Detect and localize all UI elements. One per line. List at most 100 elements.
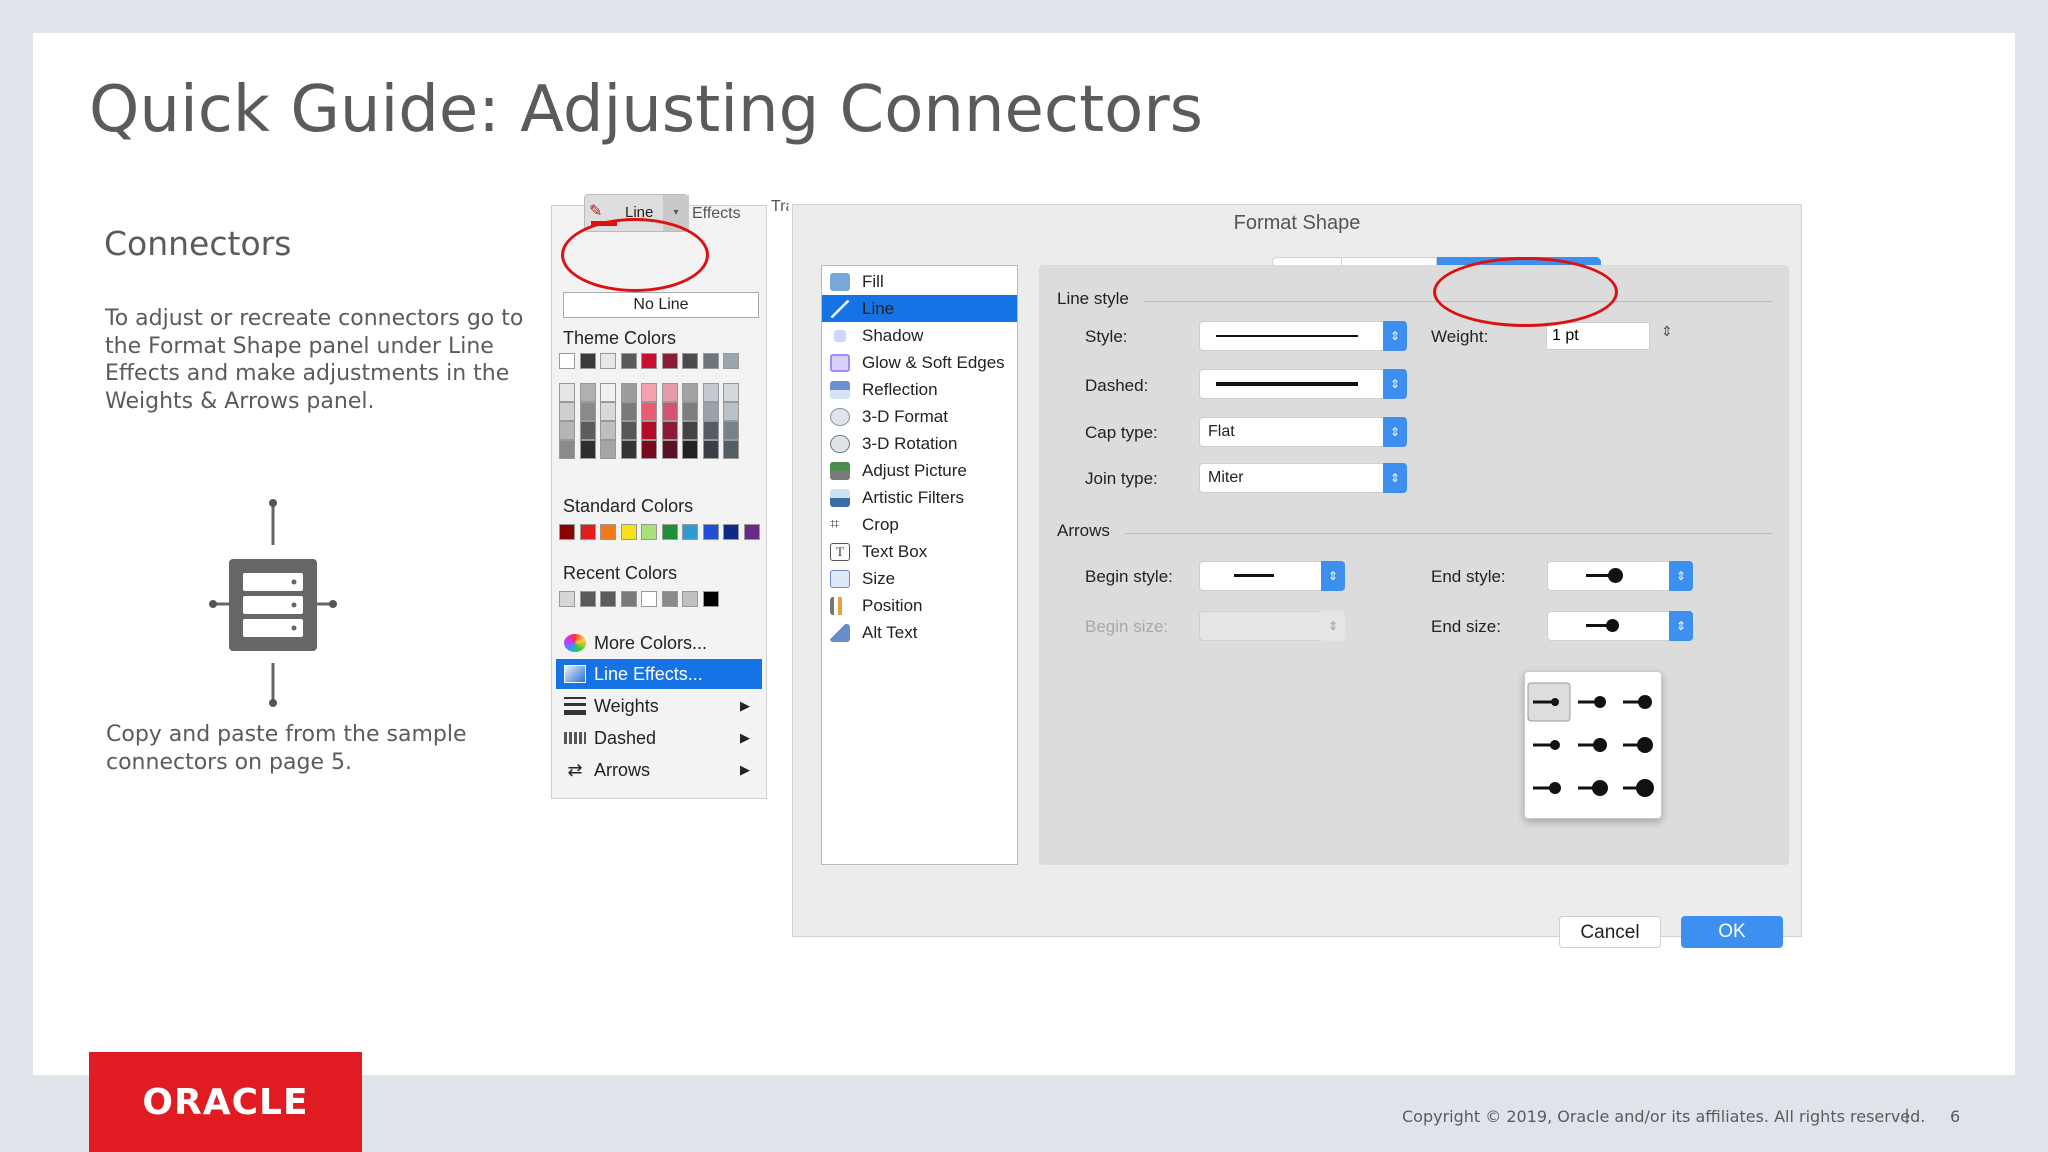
color-swatch[interactable] bbox=[661, 440, 678, 459]
cap-type-dropdown[interactable]: Flat ⇕ bbox=[1199, 417, 1407, 447]
color-swatch[interactable] bbox=[723, 353, 739, 369]
color-swatch[interactable] bbox=[620, 402, 637, 421]
category-adjust-picture[interactable]: Adjust Picture bbox=[822, 457, 1017, 484]
color-swatch[interactable] bbox=[579, 524, 596, 540]
arrow-size-option[interactable] bbox=[1592, 780, 1608, 796]
menu-item-arrows[interactable]: ⇄ Arrows ▶ bbox=[556, 755, 762, 785]
color-swatch[interactable] bbox=[600, 591, 616, 607]
color-swatch[interactable] bbox=[682, 524, 698, 540]
menu-item-dashed[interactable]: Dashed ▶ bbox=[556, 723, 762, 753]
color-swatch[interactable] bbox=[559, 402, 575, 421]
category-shadow[interactable]: Shadow bbox=[822, 322, 1017, 349]
color-swatch[interactable] bbox=[661, 353, 678, 369]
color-swatch[interactable] bbox=[559, 524, 575, 540]
color-swatch[interactable] bbox=[743, 524, 760, 540]
color-swatch[interactable] bbox=[641, 440, 657, 459]
color-swatch[interactable] bbox=[620, 353, 637, 369]
color-swatch[interactable] bbox=[641, 402, 657, 421]
color-swatch[interactable] bbox=[661, 383, 678, 402]
color-swatch[interactable] bbox=[702, 383, 719, 402]
arrow-size-option[interactable] bbox=[1550, 740, 1560, 750]
color-swatch[interactable] bbox=[682, 421, 698, 440]
color-swatch[interactable] bbox=[559, 591, 575, 607]
color-swatch[interactable] bbox=[702, 402, 719, 421]
color-swatch[interactable] bbox=[600, 421, 616, 440]
category-crop[interactable]: ⌗ Crop bbox=[822, 511, 1017, 538]
color-swatch[interactable] bbox=[661, 402, 678, 421]
color-swatch[interactable] bbox=[702, 440, 719, 459]
style-dropdown[interactable]: ⇕ bbox=[1199, 321, 1407, 351]
category-artistic-filters[interactable]: Artistic Filters bbox=[822, 484, 1017, 511]
category-fill[interactable]: Fill bbox=[822, 268, 1017, 295]
color-swatch[interactable] bbox=[661, 524, 678, 540]
category-line[interactable]: Line bbox=[822, 295, 1017, 322]
weight-input[interactable] bbox=[1546, 322, 1650, 350]
weight-stepper[interactable]: ⇕ bbox=[1661, 323, 1673, 340]
menu-item-more-colors[interactable]: More Colors... bbox=[556, 628, 762, 658]
color-swatch[interactable] bbox=[579, 353, 596, 369]
color-swatch[interactable] bbox=[682, 353, 698, 369]
color-swatch[interactable] bbox=[620, 591, 637, 607]
color-swatch[interactable] bbox=[702, 591, 719, 607]
color-swatch[interactable] bbox=[600, 440, 616, 459]
color-swatch[interactable] bbox=[559, 383, 575, 402]
arrow-size-option[interactable] bbox=[1593, 738, 1607, 752]
color-swatch[interactable] bbox=[559, 353, 575, 369]
color-swatch[interactable] bbox=[702, 353, 719, 369]
category-3d-rotation[interactable]: 3-D Rotation bbox=[822, 430, 1017, 457]
color-swatch[interactable] bbox=[579, 421, 596, 440]
color-swatch[interactable] bbox=[682, 440, 698, 459]
color-swatch[interactable] bbox=[579, 402, 596, 421]
arrow-size-option[interactable] bbox=[1636, 779, 1654, 797]
color-swatch[interactable] bbox=[702, 524, 719, 540]
color-swatch[interactable] bbox=[723, 383, 739, 402]
color-swatch[interactable] bbox=[600, 402, 616, 421]
color-swatch[interactable] bbox=[641, 353, 657, 369]
color-swatch[interactable] bbox=[641, 524, 657, 540]
join-type-dropdown[interactable]: Miter ⇕ bbox=[1199, 463, 1407, 493]
no-line-button[interactable]: No Line bbox=[563, 292, 759, 318]
color-swatch[interactable] bbox=[682, 402, 698, 421]
color-swatch[interactable] bbox=[620, 524, 637, 540]
category-glow[interactable]: Glow & Soft Edges bbox=[822, 349, 1017, 376]
color-swatch[interactable] bbox=[723, 421, 739, 440]
category-3d-format[interactable]: 3-D Format bbox=[822, 403, 1017, 430]
color-swatch[interactable] bbox=[661, 591, 678, 607]
category-alt-text[interactable]: Alt Text bbox=[822, 619, 1017, 646]
category-reflection[interactable]: Reflection bbox=[822, 376, 1017, 403]
arrow-size-option[interactable] bbox=[1549, 782, 1561, 794]
color-swatch[interactable] bbox=[641, 421, 657, 440]
category-position[interactable]: Position bbox=[822, 592, 1017, 619]
menu-item-weights[interactable]: Weights ▶ bbox=[556, 691, 762, 721]
color-swatch[interactable] bbox=[723, 524, 739, 540]
color-swatch[interactable] bbox=[579, 440, 596, 459]
cancel-button[interactable]: Cancel bbox=[1559, 916, 1661, 948]
dashed-dropdown[interactable]: ⇕ bbox=[1199, 369, 1407, 399]
category-size[interactable]: Size bbox=[822, 565, 1017, 592]
color-swatch[interactable] bbox=[579, 591, 596, 607]
color-swatch[interactable] bbox=[682, 591, 698, 607]
ok-button[interactable]: OK bbox=[1681, 916, 1783, 948]
arrow-size-option[interactable] bbox=[1594, 696, 1606, 708]
end-style-dropdown[interactable]: ⇕ bbox=[1547, 561, 1693, 591]
color-swatch[interactable] bbox=[600, 524, 616, 540]
color-swatch[interactable] bbox=[641, 591, 657, 607]
color-swatch[interactable] bbox=[620, 383, 637, 402]
color-swatch[interactable] bbox=[682, 383, 698, 402]
arrow-size-option[interactable] bbox=[1638, 695, 1652, 709]
color-swatch[interactable] bbox=[600, 383, 616, 402]
category-text-box[interactable]: T Text Box bbox=[822, 538, 1017, 565]
color-swatch[interactable] bbox=[702, 421, 719, 440]
color-swatch[interactable] bbox=[559, 421, 575, 440]
color-swatch[interactable] bbox=[661, 421, 678, 440]
color-swatch[interactable] bbox=[641, 383, 657, 402]
color-swatch[interactable] bbox=[620, 440, 637, 459]
arrow-size-option[interactable] bbox=[1637, 737, 1653, 753]
color-swatch[interactable] bbox=[579, 383, 596, 402]
color-swatch[interactable] bbox=[620, 421, 637, 440]
effects-tab[interactable]: Effects bbox=[692, 205, 741, 223]
color-swatch[interactable] bbox=[723, 440, 739, 459]
end-size-dropdown[interactable]: ⇕ bbox=[1547, 611, 1693, 641]
begin-style-dropdown[interactable]: ⇕ bbox=[1199, 561, 1345, 591]
color-swatch[interactable] bbox=[723, 402, 739, 421]
